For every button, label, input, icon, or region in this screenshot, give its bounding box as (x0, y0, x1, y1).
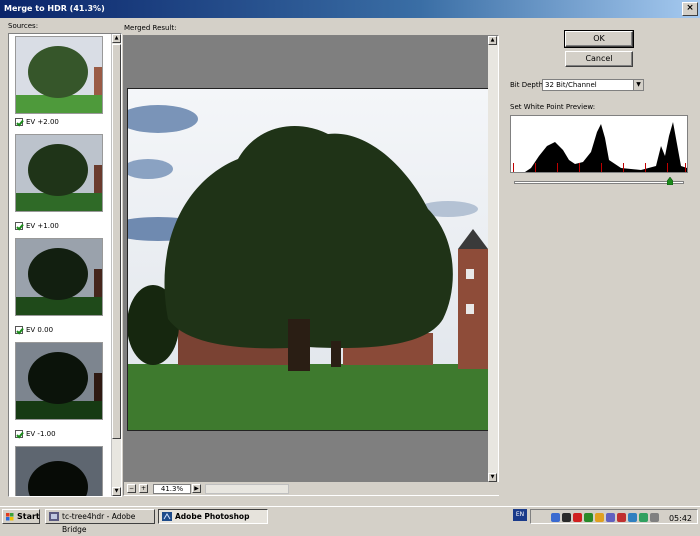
source-checkbox-1[interactable] (15, 117, 23, 126)
sync-icon[interactable] (639, 513, 648, 522)
scroll-up-button[interactable]: ▲ (112, 34, 121, 43)
preview-vertical-scrollbar[interactable]: ▲ ▼ (488, 36, 498, 482)
arrow-right-icon: ▶ (194, 485, 199, 492)
antivirus-icon[interactable] (573, 513, 582, 522)
bridge-app-icon (49, 512, 59, 521)
source-thumbnail-3[interactable] (15, 238, 103, 316)
preview-scroll-up-button[interactable]: ▲ (488, 36, 497, 45)
cancel-button[interactable]: Cancel (565, 51, 633, 67)
close-button[interactable]: × (682, 2, 698, 16)
sources-label: Sources: (8, 22, 39, 30)
source-checkbox-4[interactable] (15, 429, 23, 438)
white-point-histogram (510, 115, 688, 173)
volume-icon[interactable] (650, 513, 659, 522)
sources-panel[interactable]: EV +2.00 EV +1.00 EV 0.00 EV -1.00 ▲ ▼ (8, 33, 122, 497)
title-bar[interactable]: Merge to HDR (41.3%) × (0, 0, 700, 18)
sources-scrollbar[interactable]: ▲ ▼ (111, 34, 121, 496)
source-thumbnail-1[interactable] (15, 36, 103, 114)
cursor-icon[interactable] (562, 513, 571, 522)
display-icon[interactable] (628, 513, 637, 522)
taskbar-item-label: tc-tree4hdr - Adobe Bridge (62, 512, 136, 534)
merge-to-hdr-dialog: Merge to HDR (41.3%) × Sources: Merged R… (0, 0, 700, 506)
merged-result-label: Merged Result: (124, 24, 177, 32)
bit-depth-label: Bit Depth: (510, 81, 546, 89)
source-ev-3: EV 0.00 (26, 325, 54, 334)
close-icon: × (686, 3, 694, 13)
scroll-thumb[interactable] (112, 44, 121, 439)
taskbar-item-label: Adobe Photoshop (175, 512, 250, 521)
source-ev-2: EV +1.00 (26, 221, 59, 230)
start-button[interactable]: Start (2, 509, 40, 524)
zoom-level[interactable]: 41.3% (153, 483, 191, 494)
source-thumbnail-4[interactable] (15, 342, 103, 420)
ok-button[interactable]: OK (564, 30, 634, 48)
language-indicator[interactable]: EN (513, 509, 527, 521)
arrow-down-icon: ▼ (114, 488, 119, 494)
source-checkbox-2[interactable] (15, 221, 23, 230)
shield-icon[interactable] (617, 513, 626, 522)
folder-icon[interactable] (595, 513, 604, 522)
zoom-out-button[interactable]: − (127, 484, 136, 493)
source-caption-4: EV -1.00 (15, 428, 56, 439)
clock: 05:42 (668, 514, 692, 523)
scroll-down-button[interactable]: ▼ (112, 487, 121, 496)
arrow-down-icon: ▼ (490, 474, 495, 480)
globe-icon[interactable] (584, 513, 593, 522)
source-checkbox-3[interactable] (15, 325, 23, 334)
start-label: Start (17, 512, 40, 521)
arrow-up-icon: ▲ (114, 35, 119, 41)
preview-scroll-down-button[interactable]: ▼ (488, 473, 497, 482)
chevron-down-icon[interactable]: ▼ (633, 80, 643, 90)
source-thumbnail-2[interactable] (15, 134, 103, 212)
photoshop-app-icon (162, 512, 172, 521)
zoom-menu-button[interactable]: ▶ (192, 484, 201, 493)
zoom-in-button[interactable]: + (139, 484, 148, 493)
source-ev-4: EV -1.00 (26, 429, 56, 438)
merged-result-preview[interactable]: ▲ ▼ − + 41.3% ▶ (123, 35, 500, 496)
white-point-slider[interactable] (514, 181, 684, 184)
source-thumbnail-5[interactable] (15, 446, 103, 496)
bit-depth-value: 32 Bit/Channel (545, 81, 597, 89)
merged-photo (127, 88, 489, 431)
source-caption-3: EV 0.00 (15, 324, 53, 335)
bit-depth-select[interactable]: 32 Bit/Channel ▼ (542, 79, 644, 91)
white-point-slider-thumb[interactable] (667, 177, 674, 185)
system-tray: 05:42 (530, 509, 698, 524)
windows-logo-icon (6, 513, 14, 521)
network-icon[interactable] (551, 513, 560, 522)
source-caption-1: EV +2.00 (15, 116, 59, 127)
source-caption-2: EV +1.00 (15, 220, 59, 231)
window-title: Merge to HDR (41.3%) (4, 4, 105, 13)
preview-horizontal-scrollbar[interactable] (205, 483, 289, 494)
taskbar-item-bridge[interactable]: tc-tree4hdr - Adobe Bridge (45, 509, 155, 534)
update-icon[interactable] (606, 513, 615, 522)
taskbar: Start tc-tree4hdr - Adobe Bridge Adobe P… (0, 506, 700, 534)
taskbar-item-photoshop[interactable]: Adobe Photoshop (158, 509, 268, 524)
arrow-up-icon: ▲ (490, 37, 495, 43)
white-point-label: Set White Point Preview: (510, 103, 596, 111)
source-ev-1: EV +2.00 (26, 117, 59, 126)
preview-zoom-bar: − + 41.3% ▶ (124, 482, 500, 495)
